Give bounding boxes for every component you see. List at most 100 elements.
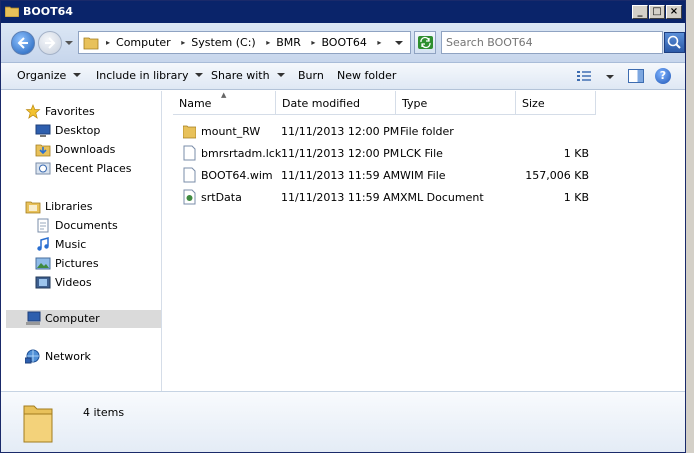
sidebar-item-network[interactable]: Network	[25, 348, 155, 366]
chevron-right-icon[interactable]: ▸	[311, 38, 315, 47]
sort-ascending-icon: ▲	[221, 91, 227, 99]
refresh-button[interactable]	[414, 31, 436, 54]
table-row[interactable]: bmrsrtadm.lck 11/11/2013 12:00 PM LCK Fi…	[163, 144, 685, 164]
table-row[interactable]: BOOT64.wim 11/11/2013 11:59 AM WIM File …	[163, 166, 685, 186]
window-edge	[686, 0, 694, 453]
back-button[interactable]	[11, 31, 35, 55]
file-type: LCK File	[400, 147, 443, 160]
chevron-right-icon[interactable]: ▸	[181, 38, 185, 47]
refresh-icon	[418, 36, 433, 49]
file-type: XML Document	[400, 191, 484, 204]
table-row[interactable]: mount_RW 11/11/2013 12:00 PM File folder	[163, 122, 685, 142]
downloads-folder-icon	[35, 144, 51, 157]
sidebar-label: Libraries	[45, 200, 93, 213]
search-input[interactable]	[446, 35, 642, 50]
sidebar-label: Desktop	[55, 124, 101, 137]
minimize-button[interactable]: _	[632, 5, 648, 19]
close-button[interactable]: ×	[666, 5, 682, 19]
folder-icon	[183, 125, 196, 139]
organize-label: Organize	[17, 69, 67, 82]
breadcrumb-bmr[interactable]: BMR	[276, 36, 301, 49]
sidebar-label: Downloads	[55, 143, 116, 156]
folder-icon	[5, 6, 19, 17]
table-row[interactable]: srtData 11/11/2013 11:59 AM XML Document…	[163, 188, 685, 208]
breadcrumb: ▸ Computer ▸ System (C:) ▸ BMR ▸ BOOT64 ▸	[103, 36, 387, 49]
xml-file-icon	[183, 189, 196, 205]
column-header-label: Name	[179, 97, 212, 110]
pictures-icon	[35, 257, 51, 270]
organize-button[interactable]: Organize	[17, 69, 82, 82]
view-details-icon[interactable]	[577, 70, 591, 82]
sidebar-item-recent-places[interactable]: Recent Places	[35, 160, 155, 178]
chevron-right-icon[interactable]: ▸	[266, 38, 270, 47]
documents-icon	[37, 218, 49, 233]
sidebar-item-libraries[interactable]: Libraries	[25, 198, 155, 216]
sidebar-item-favorites[interactable]: Favorites	[25, 103, 155, 121]
file-name: BOOT64.wim	[201, 169, 273, 182]
column-header-size[interactable]: Size	[516, 91, 596, 115]
videos-icon	[35, 276, 51, 289]
column-header-date-modified[interactable]: Date modified	[276, 91, 396, 115]
column-header-name[interactable]: ▲ Name	[173, 91, 276, 115]
explorer-window: BOOT64 _ □ × ▸ Computer ▸ System (C:) ▸ BMR	[0, 0, 686, 453]
chevron-right-icon[interactable]: ▸	[377, 38, 381, 47]
sidebar-item-pictures[interactable]: Pictures	[35, 255, 155, 273]
sidebar-label: Videos	[55, 276, 92, 289]
navigation-bar: ▸ Computer ▸ System (C:) ▸ BMR ▸ BOOT64 ▸	[1, 23, 685, 63]
breadcrumb-boot64[interactable]: BOOT64	[321, 36, 366, 49]
column-header-label: Type	[402, 97, 428, 110]
sidebar-item-music[interactable]: Music	[35, 236, 155, 254]
desktop-icon	[35, 124, 51, 137]
maximize-button[interactable]: □	[649, 5, 665, 19]
address-history-dropdown[interactable]	[395, 41, 403, 45]
sidebar-label: Network	[45, 350, 91, 363]
burn-button[interactable]: Burn	[298, 69, 324, 82]
file-type: File folder	[400, 125, 454, 138]
chevron-right-icon[interactable]: ▸	[106, 38, 110, 47]
search-icon	[667, 35, 681, 49]
include-in-library-button[interactable]: Include in library	[96, 69, 204, 82]
share-with-button[interactable]: Share with	[211, 69, 285, 82]
change-view-dropdown[interactable]	[606, 75, 614, 79]
sidebar-item-computer[interactable]: Computer	[6, 310, 161, 328]
libraries-icon	[25, 201, 41, 214]
file-icon	[183, 145, 196, 161]
music-icon	[37, 237, 49, 251]
sidebar-item-downloads[interactable]: Downloads	[35, 141, 155, 159]
chevron-down-icon	[276, 73, 285, 77]
preview-pane-icon[interactable]	[628, 69, 644, 83]
forward-button[interactable]	[38, 31, 62, 55]
window-title: BOOT64	[23, 5, 73, 18]
search-box[interactable]	[441, 31, 663, 54]
file-name: mount_RW	[201, 125, 261, 138]
file-size: 1 KB	[563, 191, 589, 204]
include-in-library-label: Include in library	[96, 69, 189, 82]
computer-icon	[26, 311, 41, 325]
sidebar-item-videos[interactable]: Videos	[35, 274, 155, 292]
folder-icon	[83, 37, 99, 50]
column-header-label: Size	[522, 97, 545, 110]
network-icon	[25, 349, 40, 364]
title-bar[interactable]: BOOT64 _ □ ×	[1, 1, 685, 23]
file-date: 11/11/2013 11:59 AM	[281, 191, 401, 204]
file-type: WIM File	[400, 169, 446, 182]
help-icon[interactable]: ?	[655, 68, 671, 84]
breadcrumb-computer[interactable]: Computer	[116, 36, 171, 49]
folder-icon	[23, 405, 53, 443]
chevron-down-icon	[195, 73, 204, 77]
sidebar-label: Recent Places	[55, 162, 132, 175]
sidebar-item-desktop[interactable]: Desktop	[35, 122, 155, 140]
address-bar[interactable]: ▸ Computer ▸ System (C:) ▸ BMR ▸ BOOT64 ▸	[78, 31, 411, 54]
new-folder-button[interactable]: New folder	[337, 69, 396, 82]
file-size: 157,006 KB	[525, 169, 589, 182]
column-header-type[interactable]: Type	[396, 91, 516, 115]
search-button[interactable]	[664, 32, 685, 53]
recent-places-icon	[35, 162, 51, 175]
details-pane: 4 items	[1, 391, 685, 452]
breadcrumb-system-c[interactable]: System (C:)	[191, 36, 256, 49]
sidebar-label: Documents	[55, 219, 118, 232]
sidebar-label: Computer	[45, 312, 100, 325]
arrow-right-icon	[45, 37, 56, 49]
recent-pages-dropdown[interactable]	[65, 41, 73, 45]
sidebar-item-documents[interactable]: Documents	[35, 217, 155, 235]
